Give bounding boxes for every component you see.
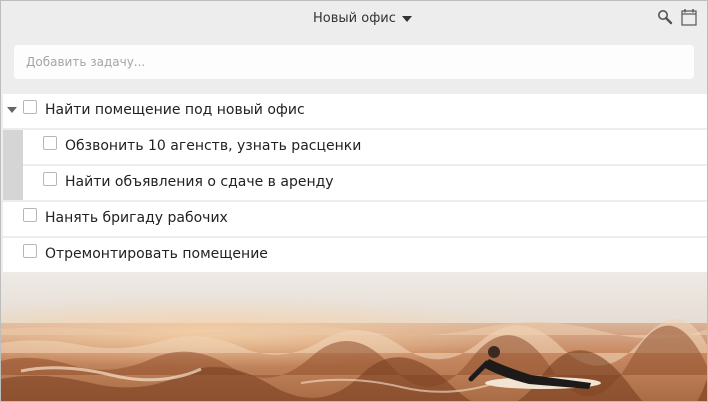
calendar-icon [681,9,697,26]
task-checkbox[interactable] [23,208,37,222]
subtask-row[interactable]: Найти объявления о сдаче в аренду [23,166,707,200]
task-list: Найти помещение под новый офис Обзвонить… [3,94,707,274]
expand-caret-icon[interactable] [7,107,17,113]
subtask-label: Обзвонить 10 агенств, узнать расценки [65,138,362,154]
task-label: Найти помещение под новый офис [45,102,305,118]
search-icon [658,10,673,25]
list-title-dropdown[interactable]: Новый офис [313,9,412,27]
list-title: Новый офис [313,10,396,26]
task-label: Нанять бригаду рабочих [45,210,228,226]
task-row[interactable]: Нанять бригаду рабочих [3,202,707,236]
task-checkbox[interactable] [23,100,37,114]
calendar-button[interactable] [680,8,698,26]
add-task-input[interactable] [14,45,694,79]
subtask-label: Найти объявления о сдаче в аренду [65,174,334,190]
app-window: Новый офис Найти помещение под новый [0,0,708,402]
task-row[interactable]: Отремонтировать помещение [3,238,707,272]
header-bar: Новый офис [1,1,707,37]
search-button[interactable] [656,8,674,26]
task-checkbox[interactable] [23,244,37,258]
subtask-checkbox[interactable] [43,172,57,186]
subtask-row[interactable]: Обзвонить 10 агенств, узнать расценки [23,130,707,164]
background-photo [1,271,707,401]
task-label: Отремонтировать помещение [45,246,268,262]
subtask-checkbox[interactable] [43,136,57,150]
task-row[interactable]: Найти помещение под новый офис [3,94,707,128]
chevron-down-icon [401,15,412,22]
